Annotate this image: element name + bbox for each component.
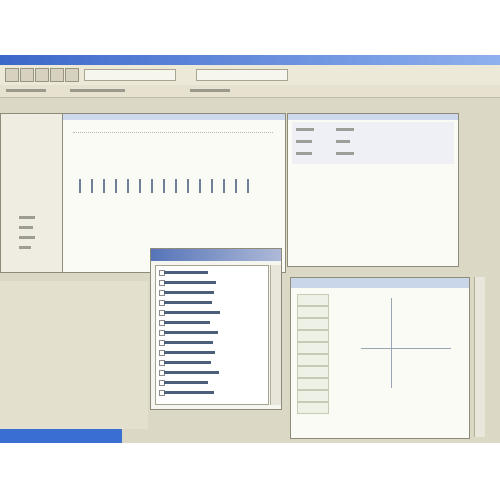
detail-header (291, 278, 469, 288)
lower-left-pane (0, 281, 148, 429)
grid-cell[interactable] (297, 378, 329, 390)
tree-node[interactable] (164, 341, 213, 344)
signal-spike (127, 179, 129, 193)
grid-cell[interactable] (297, 342, 329, 354)
grid-cell[interactable] (297, 330, 329, 342)
signal-spike (103, 179, 105, 193)
property-label (296, 140, 312, 143)
grid-cell[interactable] (297, 306, 329, 318)
signal-spike (235, 179, 237, 193)
signal-spike (211, 179, 213, 193)
desktop-screenshot (0, 55, 500, 443)
tree-node[interactable] (164, 361, 211, 364)
signal-spike (247, 179, 249, 193)
toolbar-field[interactable] (84, 69, 176, 81)
property-value (336, 152, 354, 155)
graph-line (361, 348, 451, 349)
plot-gridline (73, 132, 273, 133)
dialog-title-bar (151, 249, 281, 261)
help-icon[interactable] (65, 68, 79, 82)
new-icon[interactable] (5, 68, 19, 82)
signal-spike (187, 179, 189, 193)
detail-scrollbar[interactable] (474, 277, 485, 437)
taskbar-start-area[interactable] (0, 429, 122, 443)
tree-scrollbar[interactable] (270, 265, 281, 405)
signal-spike (163, 179, 165, 193)
signal-spike (139, 179, 141, 193)
tree-node[interactable] (164, 311, 220, 314)
signal-spike (151, 179, 153, 193)
property-label (296, 152, 312, 155)
toolbar (0, 65, 500, 86)
save-icon[interactable] (35, 68, 49, 82)
tree-node[interactable] (164, 391, 214, 394)
open-icon[interactable] (20, 68, 34, 82)
properties-window (287, 113, 459, 267)
tree-node[interactable] (164, 321, 210, 324)
toolbar-text (6, 89, 46, 92)
tree-node[interactable] (164, 301, 212, 304)
channel-label (19, 226, 33, 229)
tree-node[interactable] (164, 291, 214, 294)
tree-node[interactable] (164, 381, 208, 384)
signal-spike (175, 179, 177, 193)
grid-cell[interactable] (297, 318, 329, 330)
signal-spike (79, 179, 81, 193)
app-title-bar (0, 55, 500, 65)
grid-cell[interactable] (297, 402, 329, 414)
grid-cell[interactable] (297, 294, 329, 306)
properties-header (288, 114, 458, 120)
secondary-toolbar (0, 85, 500, 98)
grid-cell[interactable] (297, 354, 329, 366)
grid-cell[interactable] (297, 390, 329, 402)
signal-spike (199, 179, 201, 193)
properties-grid (292, 122, 454, 164)
tree-node[interactable] (164, 331, 218, 334)
detail-window (290, 277, 470, 439)
tree-node[interactable] (164, 271, 208, 274)
channel-list-pane (0, 113, 64, 273)
grid-cell[interactable] (297, 366, 329, 378)
plot-header (63, 114, 285, 120)
channel-label (19, 246, 31, 249)
toolbar-text (70, 89, 125, 92)
tree-node[interactable] (164, 371, 219, 374)
signal-spike (91, 179, 93, 193)
tree-node[interactable] (164, 281, 216, 284)
property-label (296, 128, 314, 131)
tree-view (155, 265, 269, 405)
channel-label (19, 216, 35, 219)
signal-spike (223, 179, 225, 193)
toolbar-text (190, 89, 230, 92)
tree-node[interactable] (164, 351, 215, 354)
property-value (336, 140, 350, 143)
property-value (336, 128, 354, 131)
graph-line (391, 298, 392, 388)
tree-dialog (150, 248, 282, 410)
channel-label (19, 236, 35, 239)
toolbar-combo[interactable] (196, 69, 288, 81)
signal-spike (115, 179, 117, 193)
print-icon[interactable] (50, 68, 64, 82)
